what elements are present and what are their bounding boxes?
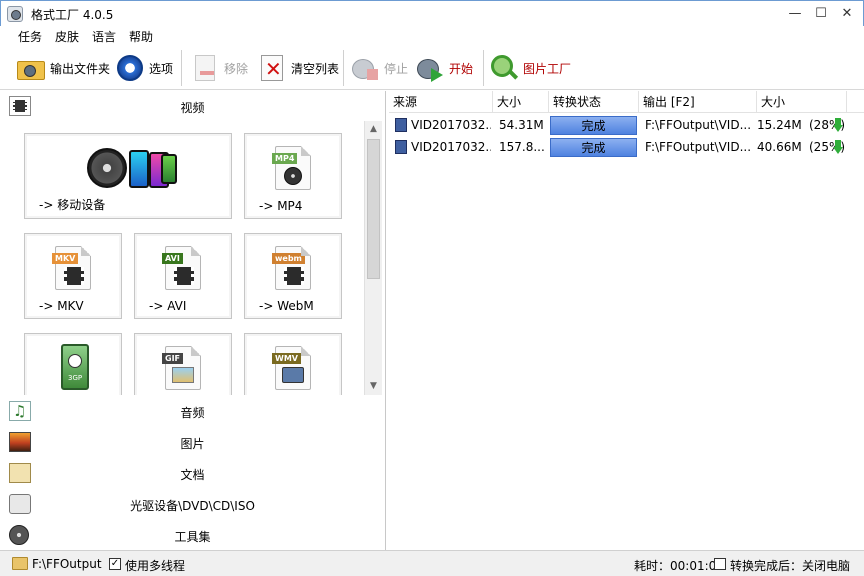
format-grid-scrollbar[interactable]: ▲ ▼ [364, 121, 382, 395]
output-folder-button[interactable]: 输出文件夹 [16, 51, 110, 85]
after-convert-label: 转换完成后：关闭电脑 [730, 559, 851, 573]
wmv-file-icon: WMV [272, 346, 311, 390]
status-badge: 完成 [550, 116, 637, 135]
remove-button[interactable]: 移除 [190, 51, 248, 85]
options-button[interactable]: 选项 [115, 51, 173, 85]
start-icon [415, 53, 445, 83]
3gp-phone-icon: 3GP [61, 344, 89, 390]
tile-wmv[interactable]: WMV [244, 333, 342, 395]
title-bar: 格式工厂 4.0.5 — ☐ ✕ [0, 0, 864, 26]
maximize-button[interactable]: ☐ [807, 3, 835, 25]
category-toolbox[interactable]: 工具集 [0, 520, 385, 550]
category-document[interactable]: 文档 [0, 458, 385, 488]
tile-mkv[interactable]: MKV -> MKV [24, 233, 122, 319]
gear-icon [115, 53, 145, 83]
scroll-down-icon[interactable]: ▼ [365, 378, 382, 395]
video-file-icon [395, 118, 407, 132]
start-button[interactable]: 开始 [415, 51, 473, 85]
menu-task[interactable]: 任务 [18, 28, 42, 45]
tile-3gp[interactable]: 3GP [24, 333, 122, 395]
stop-icon [350, 53, 380, 83]
elapsed-time: 耗时：00:01:05 [634, 559, 724, 573]
tile-webm[interactable]: webm -> WebM [244, 233, 342, 319]
clear-list-icon: ✕ [257, 53, 287, 83]
col-status[interactable]: 转换状态 [549, 91, 639, 113]
scroll-up-icon[interactable]: ▲ [365, 121, 382, 138]
task-list-header: 来源 大小 转换状态 输出 [F2] 大小 [389, 91, 864, 113]
mp4-file-icon: MP4 [272, 146, 311, 190]
category-audio[interactable]: ♫ 音频 [0, 396, 385, 426]
status-bar: F:\FFOutput ✓ 使用多线程 耗时：00:01:05 转换完成后：关闭… [0, 550, 864, 576]
magnifier-icon [489, 53, 519, 83]
gif-file-icon: GIF [162, 346, 201, 390]
clear-list-button[interactable]: ✕ 清空列表 [257, 51, 339, 85]
category-optical-drive[interactable]: 光驱设备\DVD\CD\ISO [0, 489, 385, 519]
phone-icon [129, 150, 149, 188]
category-video[interactable]: 视频 [0, 91, 385, 121]
tile-avi[interactable]: AVI -> AVI [134, 233, 232, 319]
col-output[interactable]: 输出 [F2] [639, 91, 757, 113]
menu-help[interactable]: 帮助 [129, 28, 153, 45]
video-file-icon [395, 140, 407, 154]
col-output-size[interactable]: 大小 [757, 91, 847, 113]
avi-file-icon: AVI [162, 246, 201, 290]
scroll-thumb[interactable] [367, 139, 380, 279]
table-row[interactable]: VID2017032... 157.8... 完成 F:\FFOutput\VI… [389, 136, 864, 158]
toolbar-separator [343, 50, 344, 86]
stop-button[interactable]: 停止 [350, 51, 408, 85]
webm-file-icon: webm [272, 246, 311, 290]
remove-icon [190, 53, 220, 83]
mkv-file-icon: MKV [52, 246, 91, 290]
format-grid: -> 移动设备 MP4 -> MP4 MKV -> MKV AVI -> AVI [0, 121, 364, 395]
menu-language[interactable]: 语言 [92, 28, 116, 45]
multithread-label: 使用多线程 [125, 559, 186, 573]
multithread-checkbox[interactable]: ✓ [109, 558, 121, 570]
toolbar-separator [181, 50, 182, 86]
folder-icon[interactable] [12, 557, 28, 570]
arrow-down-icon [833, 118, 843, 132]
toolbar: 输出文件夹 选项 移除 ✕ 清空列表 停止 开始 图片工厂 [0, 46, 864, 90]
status-badge: 完成 [550, 138, 637, 157]
category-picture[interactable]: 图片 [0, 427, 385, 457]
film-reel-icon [87, 148, 127, 188]
phone-icon [161, 154, 177, 184]
close-button[interactable]: ✕ [833, 3, 861, 25]
menu-bar: 任务 皮肤 语言 帮助 [0, 26, 864, 46]
category-panel: 视频 -> 移动设备 MP4 -> MP4 MKV -> MKV AVI -> … [0, 91, 386, 550]
window-title: 格式工厂 4.0.5 [31, 8, 114, 22]
col-source[interactable]: 来源 [389, 91, 493, 113]
task-list: 来源 大小 转换状态 输出 [F2] 大小 VID2017032... 54.3… [389, 91, 864, 550]
picture-factory-button[interactable]: 图片工厂 [489, 51, 571, 85]
after-convert-checkbox[interactable] [714, 558, 726, 570]
col-size[interactable]: 大小 [493, 91, 549, 113]
folder-icon [16, 53, 46, 83]
arrow-down-icon [833, 140, 843, 154]
table-row[interactable]: VID2017032... 54.31M 完成 F:\FFOutput\VID.… [389, 114, 864, 136]
tile-gif[interactable]: GIF [134, 333, 232, 395]
app-icon [7, 6, 23, 22]
toolbar-separator [483, 50, 484, 86]
tile-mobile-device[interactable]: -> 移动设备 [24, 133, 232, 219]
minimize-button[interactable]: — [781, 3, 809, 25]
menu-skin[interactable]: 皮肤 [55, 28, 79, 45]
tile-mp4[interactable]: MP4 -> MP4 [244, 133, 342, 219]
output-path: F:\FFOutput [32, 557, 102, 571]
